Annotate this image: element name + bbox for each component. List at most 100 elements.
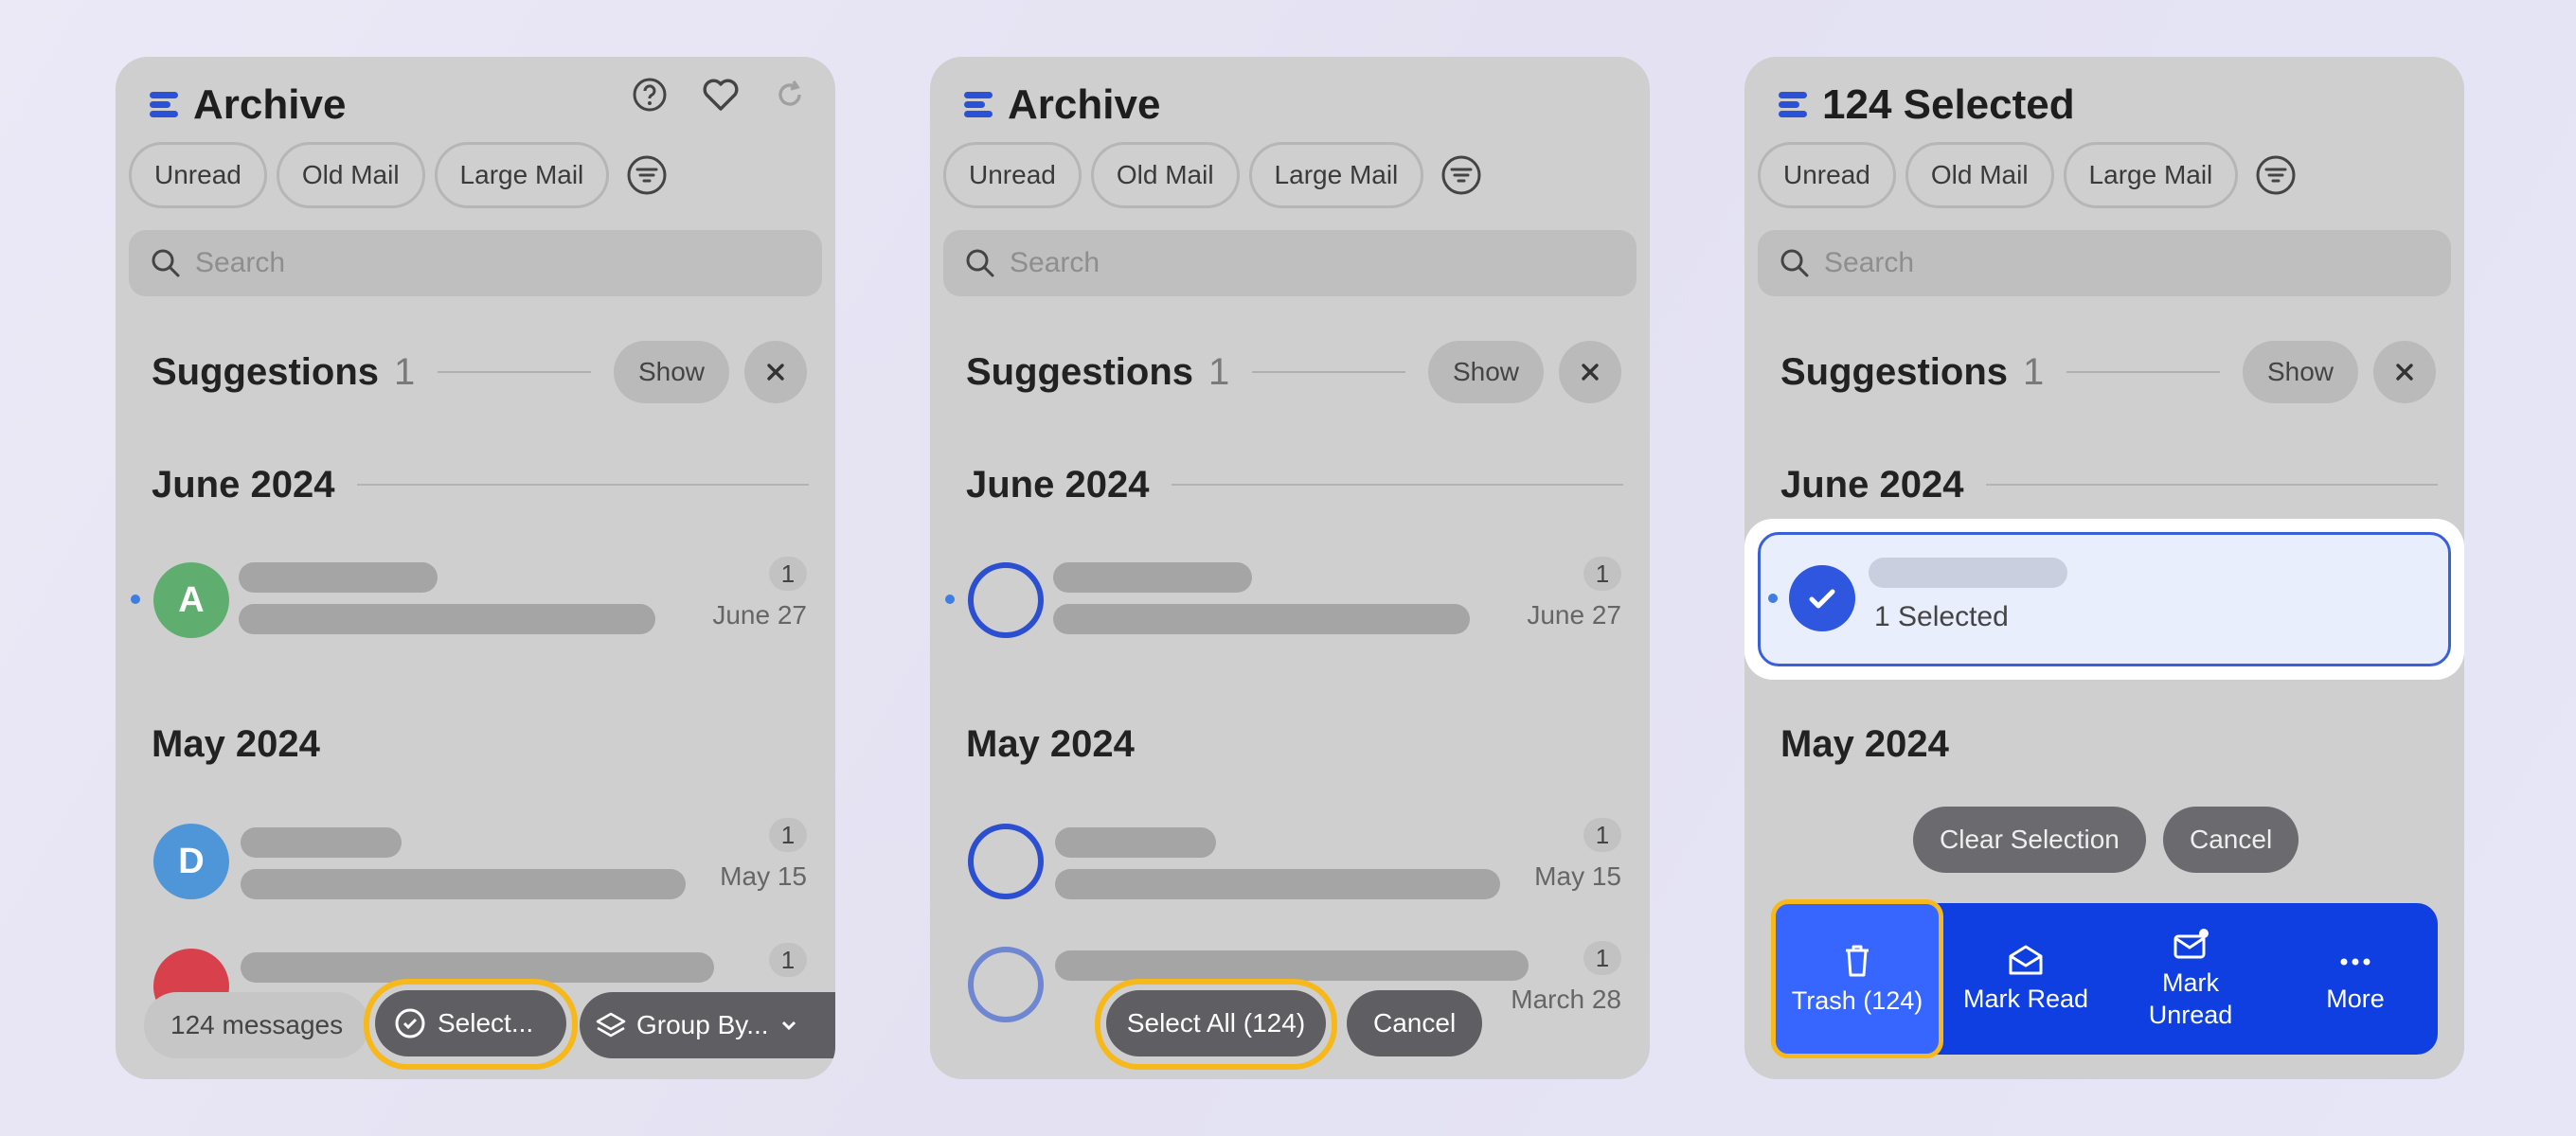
sender-placeholder [1055,950,1529,981]
thread-count: 1 [1583,941,1621,975]
thread-count: 1 [769,818,807,852]
chip-unread[interactable]: Unread [1758,142,1896,208]
help-icon[interactable] [631,76,669,114]
close-icon [1582,364,1599,381]
selection-circle[interactable] [968,947,1044,1022]
filter-icon[interactable] [1440,154,1482,196]
chip-old-mail[interactable]: Old Mail [1090,142,1240,208]
list-item[interactable]: A 1 June 27 [116,553,835,648]
divider [2066,371,2220,373]
sender-placeholder [239,562,438,593]
suggestions-label: Suggestions [1780,350,2009,393]
search-input[interactable]: Search [1758,230,2451,296]
show-button[interactable]: Show [1427,341,1544,403]
cancel-button[interactable]: Cancel [2163,807,2299,873]
list-item[interactable]: 1 June 27 [930,553,1650,648]
selected-row-card[interactable]: 1 Selected [1744,519,2464,680]
search-input[interactable]: Search [943,230,1637,296]
search-icon [1780,249,1809,277]
close-icon [767,364,784,381]
suggestions-label: Suggestions [152,350,380,393]
select-button[interactable]: Select... [375,990,566,1056]
chevron-down-icon [781,1021,796,1031]
filter-icon[interactable] [626,154,668,196]
search-icon [152,249,180,277]
refresh-icon[interactable] [773,78,807,112]
suggestions-count: 1 [394,350,416,393]
suggestions-header: Suggestions 1 Show [966,341,1621,403]
checkmark-circle-icon[interactable] [1789,565,1855,631]
chip-old-mail[interactable]: Old Mail [276,142,425,208]
list-item-selected[interactable]: 1 Selected [1758,532,2451,666]
ellipsis-icon [2340,958,2370,966]
dismiss-button[interactable] [744,341,807,403]
mark-unread-button[interactable]: Mark Unread [2108,903,2273,1055]
group-by-label: Group By... [636,1010,769,1039]
archive-panel-select-mode: Archive Unread Old Mail Large Mail Searc… [930,57,1650,1079]
row-date: June 27 [1527,600,1621,630]
selection-circle[interactable] [968,562,1044,638]
selection-circle[interactable] [968,824,1044,899]
subject-placeholder [1053,604,1470,634]
mailbox-logo-icon [964,90,994,120]
select-label: Select... [438,1008,534,1038]
search-placeholder: Search [1010,247,1100,278]
dismiss-button[interactable] [1559,341,1621,403]
more-button[interactable]: More [2273,903,2438,1055]
heart-icon[interactable] [701,76,741,114]
subject-placeholder [241,869,686,899]
search-input[interactable]: Search [129,230,822,296]
sender-placeholder [1053,562,1252,593]
divider [1252,371,1405,373]
chip-unread[interactable]: Unread [129,142,267,208]
list-item[interactable]: 1 May 15 [930,814,1650,909]
header: 124 Selected [1779,72,2075,138]
sender-placeholder [1869,558,2067,588]
suggestions-header: Suggestions 1 Show [1780,341,2436,403]
chip-old-mail[interactable]: Old Mail [1905,142,2054,208]
mailbox-logo-icon [1779,90,1809,120]
archive-panel-default: Archive Unread Old Mail Large Mail Searc… [116,57,835,1079]
thread-count: 1 [1583,818,1621,852]
suggestions-header: Suggestions 1 Show [152,341,807,403]
mailbox-logo-icon [150,90,180,120]
suggestions-count: 1 [1208,350,1230,393]
action-bar: Trash (124) Mark Read Mark Unread More [1771,899,2438,1058]
show-button[interactable]: Show [2242,341,2358,403]
list-item[interactable]: D 1 May 15 [116,814,835,909]
chip-large-mail[interactable]: Large Mail [1248,142,1424,208]
section-june-2024: June 2024 [152,456,809,513]
unread-dot [131,595,140,604]
page-title: Archive [193,81,347,128]
envelope-badge-icon [2174,929,2209,959]
close-icon [2396,364,2413,381]
header: Archive [964,72,1160,138]
filter-icon[interactable] [2255,154,2297,196]
avatar: A [153,562,229,638]
suggestions-count: 1 [2023,350,2045,393]
search-placeholder: Search [1824,247,1915,278]
mark-read-button[interactable]: Mark Read [1943,903,2108,1055]
chip-large-mail[interactable]: Large Mail [434,142,610,208]
clear-selection-button[interactable]: Clear Selection [1913,807,2146,873]
divider [438,371,591,373]
row-date: June 27 [712,600,807,630]
subject-placeholder [1055,869,1500,899]
suggestions-label: Suggestions [966,350,1194,393]
row-date: May 15 [1534,861,1621,891]
section-may-2024: May 2024 [966,722,1135,765]
chip-unread[interactable]: Unread [943,142,1082,208]
message-count-badge: 124 messages [144,992,370,1058]
row-date: March 28 [1511,985,1621,1014]
selected-count-label: 1 Selected [1874,601,2009,632]
select-all-button[interactable]: Select All (124) [1106,990,1326,1056]
dismiss-button[interactable] [2373,341,2436,403]
thread-count: 1 [1583,557,1621,591]
chip-large-mail[interactable]: Large Mail [2063,142,2239,208]
trash-button[interactable]: Trash (124) [1771,899,1943,1058]
cancel-button[interactable]: Cancel [1347,990,1483,1056]
show-button[interactable]: Show [613,341,729,403]
layers-icon [596,1012,626,1038]
group-by-button[interactable]: Group By... [580,992,835,1058]
section-may-2024: May 2024 [152,722,320,765]
